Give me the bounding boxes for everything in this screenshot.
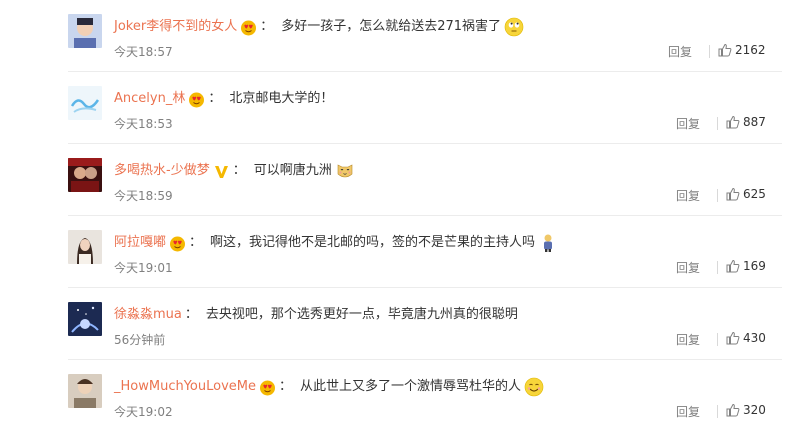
divider xyxy=(717,333,718,346)
username-link[interactable]: 多喝热水-少做梦 xyxy=(114,160,210,182)
comment-text: 北京邮电大学的！ xyxy=(229,91,334,106)
reply-button[interactable]: 回复 xyxy=(676,260,700,276)
like-count: 2162 xyxy=(735,43,766,57)
reply-button[interactable]: 回复 xyxy=(676,188,700,204)
timestamp: 56分钟前 xyxy=(114,333,166,347)
comment-item: _HowMuchYouLoveMe ： 从此世上又多了一个激情辱骂杜华的人 今天… xyxy=(0,360,800,432)
timestamp: 今天19:02 xyxy=(114,405,173,419)
reply-button[interactable]: 回复 xyxy=(676,404,700,420)
thumbs-up-icon xyxy=(726,259,740,273)
comment-text: 啊这，我记得他不是北邮的吗，签的不是芒果的主持人吗 xyxy=(210,235,536,250)
thumbs-up-icon xyxy=(726,115,740,129)
divider xyxy=(709,45,710,58)
red-heart-face-badge-icon[interactable] xyxy=(240,19,257,36)
like-count: 320 xyxy=(743,403,766,417)
rolling-eyes-emoji-icon xyxy=(504,17,524,37)
comment-text: 从此世上又多了一个激情辱骂杜华的人 xyxy=(300,379,522,394)
red-heart-face-badge-icon[interactable] xyxy=(259,379,276,396)
username-link[interactable]: 徐淼淼mua xyxy=(114,304,182,326)
comment-item: Ancelyn_林 ： 北京邮电大学的！ 今天18:53 回复 887 xyxy=(0,72,800,144)
thumbs-up-icon xyxy=(718,43,732,57)
avatar[interactable] xyxy=(68,230,102,264)
like-count: 625 xyxy=(743,187,766,201)
yellow-v-badge-icon[interactable] xyxy=(213,163,230,180)
comment-text: 多好一孩子，怎么就给送去271祸害了 xyxy=(281,19,502,34)
divider xyxy=(717,189,718,202)
cat-face-emoji-icon xyxy=(335,161,355,181)
timestamp: 今天18:57 xyxy=(114,45,173,59)
thumbs-up-icon xyxy=(726,187,740,201)
comment-item: 多喝热水-少做梦 ： 可以啊唐九洲 今天18:59 回复 625 xyxy=(0,144,800,216)
reply-button[interactable]: 回复 xyxy=(668,44,692,60)
comment-text: 可以啊唐九洲 xyxy=(253,163,332,178)
divider xyxy=(717,117,718,130)
comment-list: Joker李得不到的女人 ： 多好一孩子，怎么就给送去271祸害了 今天18:5… xyxy=(0,0,800,437)
thumbs-up-icon xyxy=(726,403,740,417)
avatar[interactable] xyxy=(68,374,102,408)
figure-emoji-icon xyxy=(538,233,558,253)
reply-button[interactable]: 回复 xyxy=(676,332,700,348)
comment-item: Joker李得不到的女人 ： 多好一孩子，怎么就给送去271祸害了 今天18:5… xyxy=(0,0,800,72)
like-button[interactable]: 430 xyxy=(726,330,766,346)
avatar[interactable] xyxy=(68,158,102,192)
username-link[interactable]: Ancelyn_林 xyxy=(114,88,185,110)
like-button[interactable]: 169 xyxy=(726,258,766,274)
like-count: 169 xyxy=(743,259,766,273)
avatar[interactable] xyxy=(68,302,102,336)
like-button[interactable]: 887 xyxy=(726,114,766,130)
like-button[interactable]: 320 xyxy=(726,402,766,418)
comment-text: 去央视吧，那个选秀更好一点，毕竟唐九州真的很聪明 xyxy=(205,307,518,322)
timestamp: 今天18:53 xyxy=(114,117,173,131)
username-link[interactable]: Joker李得不到的女人 xyxy=(114,16,237,38)
smiling-face-emoji-icon xyxy=(524,377,544,397)
username-link[interactable]: _HowMuchYouLoveMe xyxy=(114,376,256,398)
avatar[interactable] xyxy=(68,14,102,48)
like-count: 887 xyxy=(743,115,766,129)
like-count: 430 xyxy=(743,331,766,345)
like-button[interactable]: 625 xyxy=(726,186,766,202)
reply-button[interactable]: 回复 xyxy=(676,116,700,132)
like-button[interactable]: 2162 xyxy=(718,42,766,58)
thumbs-up-icon xyxy=(726,331,740,345)
timestamp: 今天18:59 xyxy=(114,189,173,203)
comment-item: 徐淼淼mua ： 去央视吧，那个选秀更好一点，毕竟唐九州真的很聪明 56分钟前 … xyxy=(0,288,800,360)
red-heart-face-badge-icon[interactable] xyxy=(169,235,186,252)
avatar[interactable] xyxy=(68,86,102,120)
comment-item: 阿拉嘎嘟 ： 啊这，我记得他不是北邮的吗，签的不是芒果的主持人吗 今天19:01… xyxy=(0,216,800,288)
red-heart-face-badge-icon[interactable] xyxy=(188,91,205,108)
divider xyxy=(717,261,718,274)
username-link[interactable]: 阿拉嘎嘟 xyxy=(114,232,166,254)
timestamp: 今天19:01 xyxy=(114,261,173,275)
divider xyxy=(717,405,718,418)
